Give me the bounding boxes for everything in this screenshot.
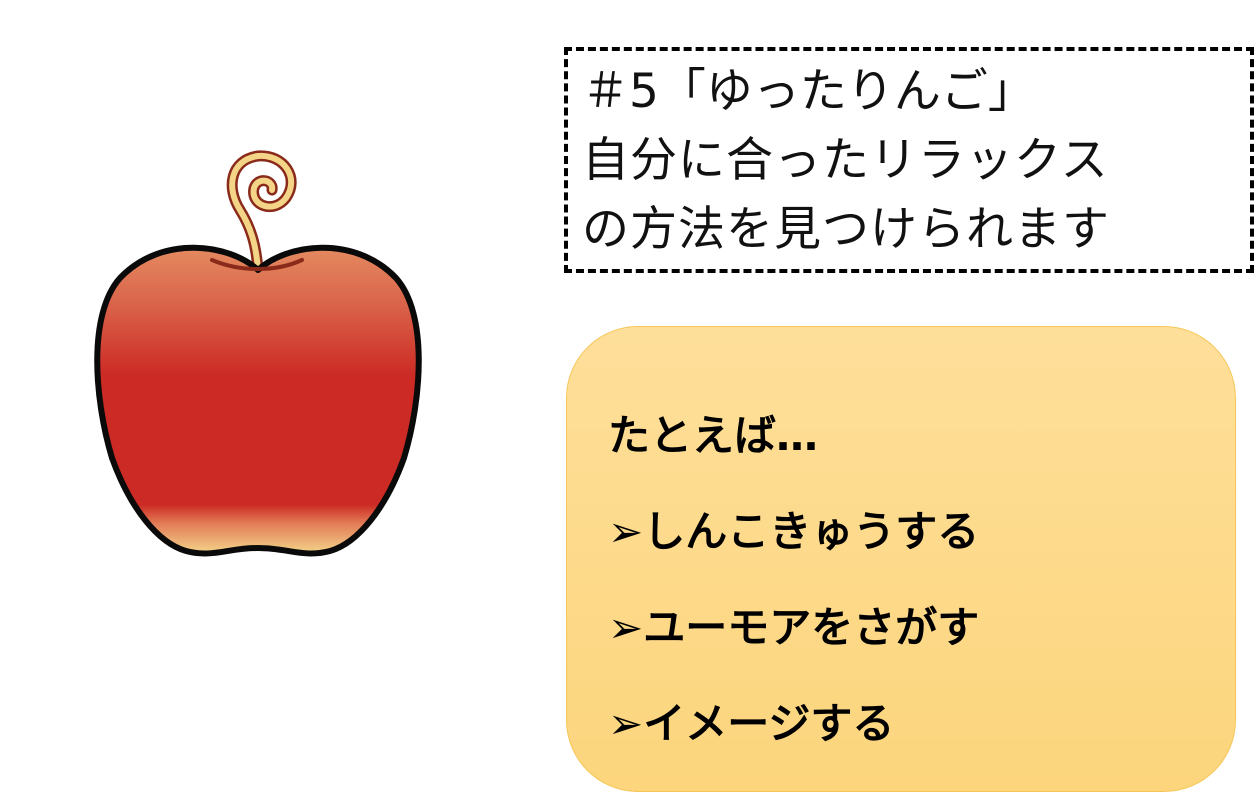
examples-box: たとえば… ➢しんこきゅうする ➢ユーモアをさがす ➢イメージする xyxy=(566,326,1236,792)
title-line-3: の方法を見つけられます xyxy=(582,202,1110,257)
examples-heading: たとえば… xyxy=(608,411,819,460)
title-line-1: ＃5「ゆったりんご」 xyxy=(582,64,1035,119)
example-item: ➢しんこきゅうする xyxy=(608,507,980,556)
apple-body xyxy=(94,244,422,557)
example-item: ➢ユーモアをさがす xyxy=(608,603,980,652)
title-line-2: 自分に合ったリラックス xyxy=(582,133,1109,188)
example-item: ➢イメージする xyxy=(608,699,895,748)
apple-icon xyxy=(94,150,422,557)
title-box: ＃5「ゆったりんご」 自分に合ったリラックス の方法を見つけられます xyxy=(564,47,1254,273)
